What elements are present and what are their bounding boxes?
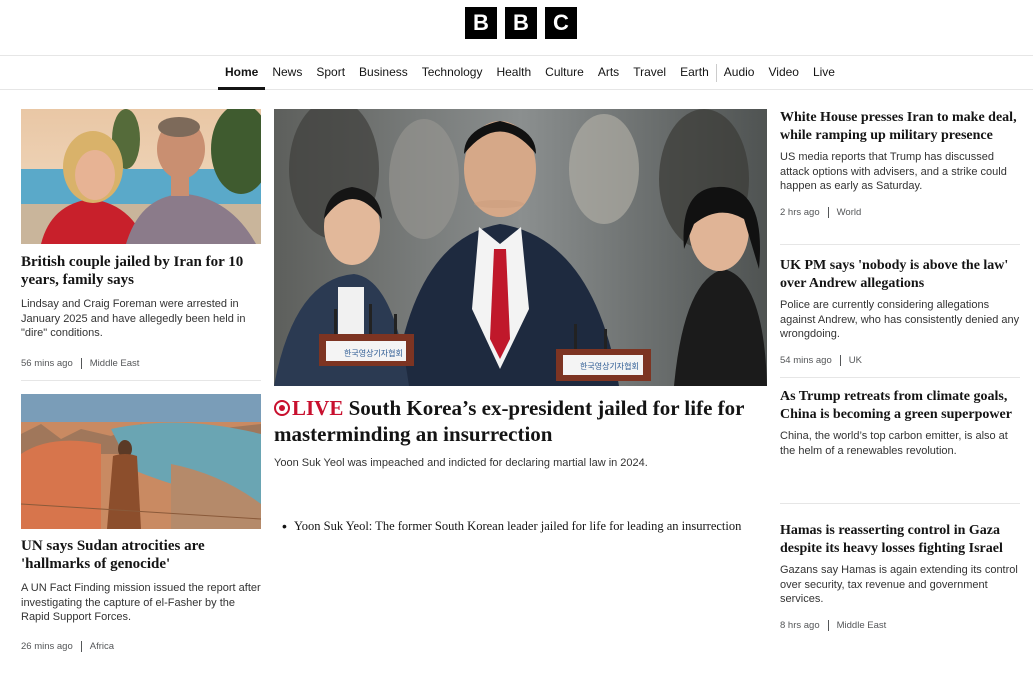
main-nav: Home News Sport Business Technology Heal… — [0, 56, 1033, 90]
masthead: B B C — [0, 0, 1033, 56]
lead-headline-text: South Korea’s ex-president jailed for li… — [274, 396, 745, 446]
live-label: LIVE — [292, 396, 344, 420]
story-summary: US media reports that Trump has discusse… — [780, 151, 1007, 192]
story-section-link[interactable]: Middle East — [90, 358, 140, 369]
story-meta: 54 mins ago UK — [780, 354, 1022, 366]
story-headline[interactable]: Hamas is reasserting control in Gaza des… — [780, 522, 1022, 557]
right-divider — [780, 503, 1020, 504]
nav-item-live[interactable]: Live — [806, 56, 842, 89]
meta-separator — [839, 354, 841, 366]
lead-image-yoon[interactable]: 한국영상기자협회 한국영상기자협회 — [274, 109, 767, 386]
story-summary: A UN Fact Finding mission issued the rep… — [21, 582, 261, 623]
story-section-link[interactable]: Africa — [90, 641, 114, 652]
story-image-british-couple[interactable] — [21, 109, 261, 244]
logo-letter: B — [465, 7, 497, 39]
meta-separator — [827, 206, 829, 218]
story-summary: Lindsay and Craig Foreman were arrested … — [21, 298, 246, 339]
live-indicator-icon — [274, 400, 290, 416]
bullet-icon: • — [282, 518, 287, 534]
nav-item-business[interactable]: Business — [352, 56, 415, 89]
nav-item-travel[interactable]: Travel — [626, 56, 673, 89]
meta-separator — [827, 619, 829, 631]
story-section-link[interactable]: World — [837, 207, 862, 218]
lead-summary: Yoon Suk Yeol was impeached and indicted… — [274, 457, 648, 469]
story-white-house-iran[interactable]: White House presses Iran to make deal, w… — [780, 109, 1022, 218]
story-summary: China, the world’s top carbon emitter, i… — [780, 430, 1008, 457]
story-headline[interactable]: White House presses Iran to make deal, w… — [780, 109, 1022, 144]
podium-sign-left: 한국영상기자협회 — [344, 349, 403, 358]
nav-item-video[interactable]: Video — [761, 56, 805, 89]
nav-item-culture[interactable]: Culture — [538, 56, 591, 89]
story-hamas-gaza[interactable]: Hamas is reasserting control in Gaza des… — [780, 522, 1022, 631]
story-timestamp: 26 mins ago — [21, 640, 73, 652]
meta-separator — [80, 357, 82, 369]
story-meta: 2 hrs ago World — [780, 206, 1022, 218]
right-divider — [780, 377, 1020, 378]
lead-story[interactable]: LIVE South Korea’s ex-president jailed f… — [274, 395, 767, 471]
related-link-text[interactable]: Yoon Suk Yeol: The former South Korean l… — [294, 518, 741, 534]
story-meta: 8 hrs ago Middle East — [780, 619, 1022, 631]
story-uk-pm-andrew[interactable]: UK PM says 'nobody is above the law' ove… — [780, 257, 1022, 366]
story-china-green[interactable]: As Trump retreats from climate goals, Ch… — [780, 388, 1024, 458]
story-headline[interactable]: UN says Sudan atrocities are 'hallmarks … — [21, 538, 263, 573]
story-timestamp: 2 hrs ago — [780, 206, 820, 218]
nav-item-arts[interactable]: Arts — [591, 56, 626, 89]
nav-item-sport[interactable]: Sport — [309, 56, 352, 89]
story-meta: 56 mins ago Middle East — [21, 357, 263, 369]
lead-headline[interactable]: LIVE South Korea’s ex-president jailed f… — [274, 395, 767, 447]
story-summary: Police are currently considering allegat… — [780, 299, 1020, 340]
podium-sign-right: 한국영상기자협회 — [580, 362, 639, 371]
story-meta: 26 mins ago Africa — [21, 640, 263, 652]
story-british-couple[interactable]: British couple jailed by Iran for 10 yea… — [21, 253, 263, 369]
nav-item-health[interactable]: Health — [489, 56, 538, 89]
story-headline[interactable]: UK PM says 'nobody is above the law' ove… — [780, 257, 1022, 292]
logo-letter: C — [545, 7, 577, 39]
story-sudan[interactable]: UN says Sudan atrocities are 'hallmarks … — [21, 538, 263, 652]
nav-item-earth[interactable]: Earth — [673, 56, 716, 89]
nav-list: Home News Sport Business Technology Heal… — [218, 56, 842, 90]
story-image-sudan-camp[interactable] — [21, 394, 261, 529]
nav-item-audio[interactable]: Audio — [717, 56, 762, 89]
story-summary: Gazans say Hamas is again extending its … — [780, 564, 1018, 605]
story-headline[interactable]: As Trump retreats from climate goals, Ch… — [780, 388, 1024, 423]
bbc-logo[interactable]: B B C — [465, 7, 577, 39]
left-divider — [21, 380, 261, 381]
story-section-link[interactable]: UK — [849, 355, 862, 366]
story-timestamp: 56 mins ago — [21, 357, 73, 369]
lead-related-link[interactable]: • Yoon Suk Yeol: The former South Korean… — [282, 518, 752, 534]
story-section-link[interactable]: Middle East — [837, 620, 887, 631]
nav-item-home[interactable]: Home — [218, 56, 266, 90]
story-headline[interactable]: British couple jailed by Iran for 10 yea… — [21, 253, 263, 289]
right-divider — [780, 244, 1020, 245]
nav-item-news[interactable]: News — [265, 56, 309, 89]
logo-letter: B — [505, 7, 537, 39]
story-timestamp: 54 mins ago — [780, 354, 832, 366]
meta-separator — [80, 640, 82, 652]
story-timestamp: 8 hrs ago — [780, 619, 820, 631]
nav-item-technology[interactable]: Technology — [415, 56, 490, 89]
